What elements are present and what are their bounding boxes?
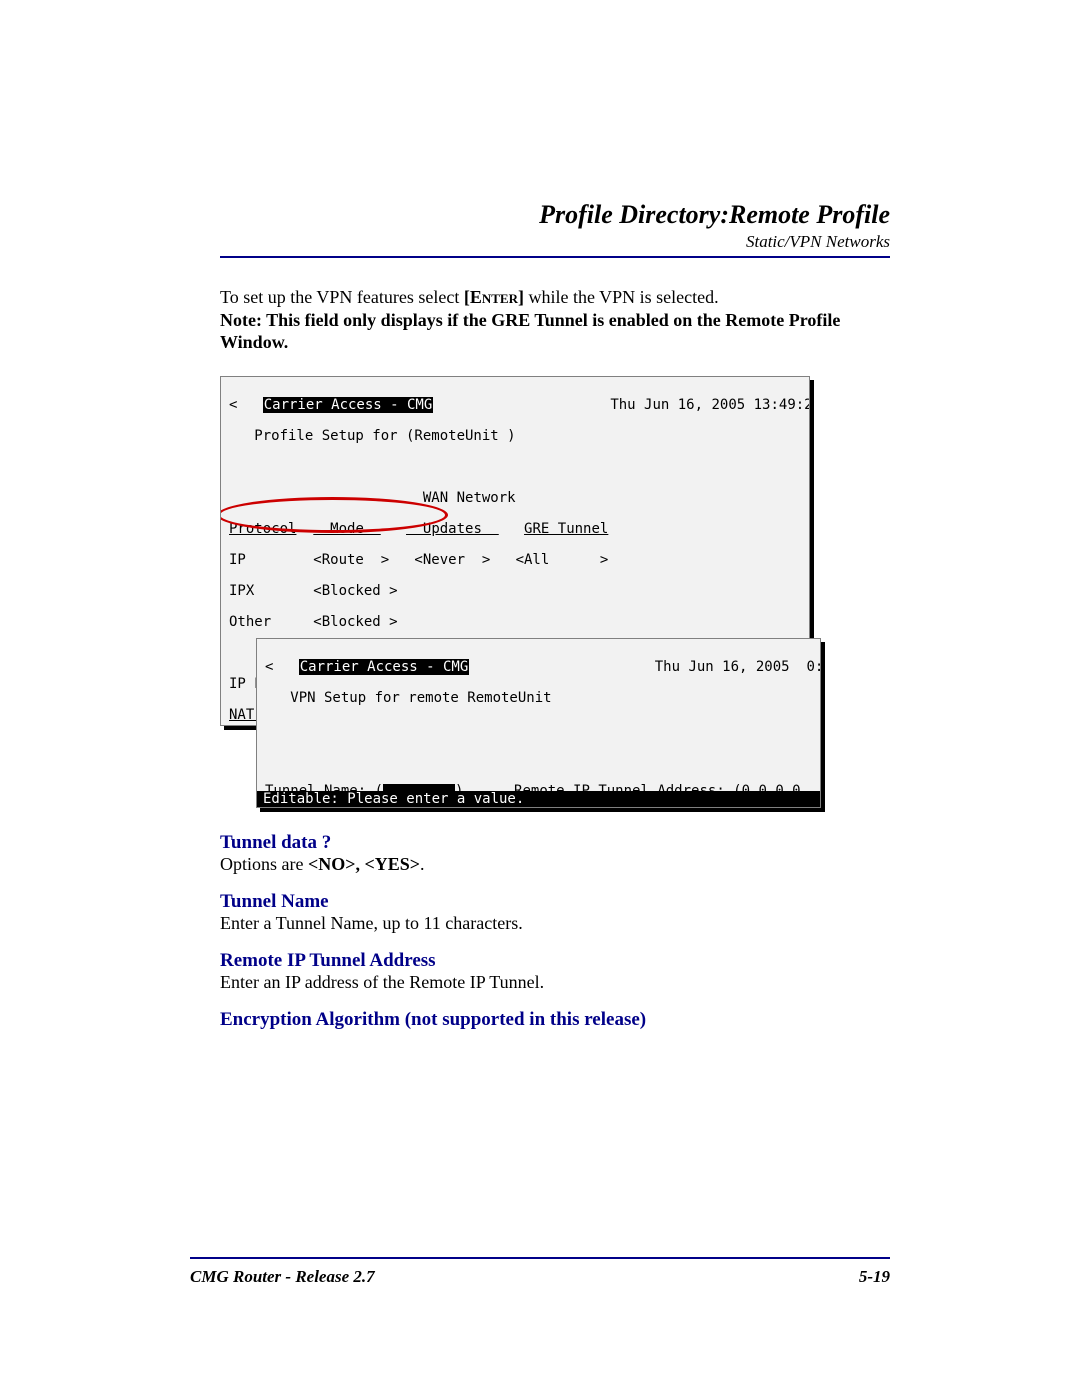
intro-note: Note: This field only displays if the GR… [220, 310, 840, 353]
col-protocol: Protocol [229, 521, 296, 537]
heading-remote-ip: Remote IP Tunnel Address [220, 950, 890, 972]
intro-paragraph: To set up the VPN features select [Enter… [220, 286, 890, 354]
body-tunnel-data-pre: Options are [220, 854, 308, 874]
row-ipx: IPX <Blocked > [229, 584, 801, 600]
header-title: Profile Directory:Remote Profile [220, 200, 890, 230]
row-ip: IP <Route > <Never > <All > [229, 553, 801, 569]
term-b-timestamp: Thu Jun 16, 2005 0:02:42_ [655, 659, 821, 675]
col-gre: GRE Tunnel [524, 521, 608, 537]
intro-post: while the VPN is selected. [524, 287, 719, 307]
term-a-timestamp: Thu Jun 16, 2005 13:49:26_ [610, 397, 810, 413]
heading-tunnel-data: Tunnel data ? [220, 832, 890, 854]
term-a-wan-network-label: WAN Network [423, 490, 516, 506]
term-b-setup-line: VPN Setup for remote RemoteUnit [265, 691, 812, 707]
intro-pre: To set up the VPN features select [220, 287, 464, 307]
term-b-statusbar: Editable: Please enter a value. [257, 791, 820, 807]
heading-encryption: Encryption Algorithm (not supported in t… [220, 1009, 890, 1031]
terminal-window-vpn-setup: < Carrier Access - CMG Thu Jun 16, 2005 … [256, 638, 821, 808]
body-remote-ip: Enter an IP address of the Remote IP Tun… [220, 972, 890, 993]
term-a-title: Carrier Access - CMG [263, 397, 434, 413]
body-tunnel-data-post: . [420, 854, 425, 874]
document-page: Profile Directory:Remote Profile Static/… [0, 0, 1080, 1397]
footer-right: 5-19 [859, 1267, 890, 1287]
term-b-title: Carrier Access - CMG [299, 659, 470, 675]
body-tunnel-data: Options are <NO>, <YES>. [220, 854, 890, 875]
page-header: Profile Directory:Remote Profile Static/… [220, 200, 890, 252]
col-mode: Mode [313, 521, 380, 537]
footer-left: CMG Router - Release 2.7 [190, 1267, 375, 1287]
body-tunnel-data-bold: <NO>, <YES> [308, 854, 420, 874]
enter-key: [Enter] [464, 287, 524, 307]
header-rule [220, 256, 890, 258]
terminal-screenshots: < Carrier Access - CMG Thu Jun 16, 2005 … [220, 376, 820, 816]
body-tunnel-name: Enter a Tunnel Name, up to 11 characters… [220, 913, 890, 934]
header-subtitle: Static/VPN Networks [220, 232, 890, 252]
term-a-profile-line: Profile Setup for (RemoteUnit ) [229, 429, 801, 445]
page-footer: CMG Router - Release 2.7 5-19 [190, 1257, 890, 1287]
col-updates: Updates [406, 521, 499, 537]
row-other: Other <Blocked > [229, 615, 801, 631]
footer-rule [190, 1257, 890, 1259]
heading-tunnel-name: Tunnel Name [220, 891, 890, 913]
